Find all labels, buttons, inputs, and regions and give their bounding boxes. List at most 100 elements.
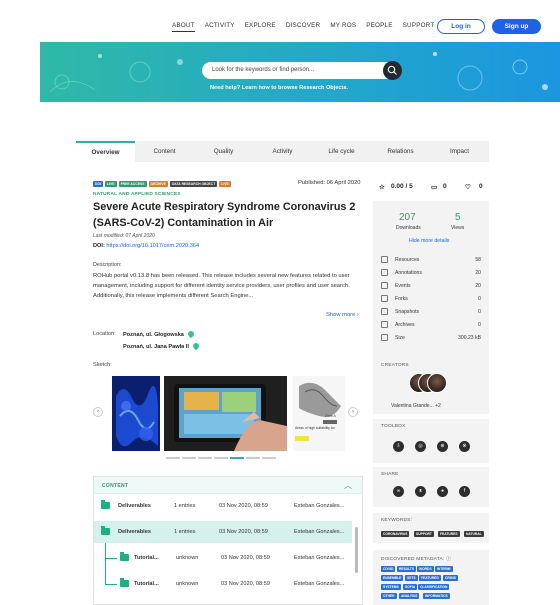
keyword-chip[interactable]: FEATURES bbox=[438, 531, 460, 537]
creator-names[interactable]: Valentina Grande... +2 bbox=[391, 403, 441, 409]
nav-link-about[interactable]: ABOUT bbox=[172, 22, 195, 32]
content-row[interactable]: Deliverables 1 entries 03 Nov 2020, 08:5… bbox=[94, 495, 352, 517]
map-pin-icon[interactable] bbox=[191, 341, 201, 351]
doi-link[interactable]: https://doi.org/10.1017/cem.2020.364 bbox=[106, 243, 199, 249]
snapshots-icon bbox=[381, 308, 388, 315]
row-count: unknown bbox=[176, 581, 199, 587]
map-pin-icon[interactable] bbox=[186, 329, 196, 339]
embed-icon[interactable]: ⊕ bbox=[437, 441, 448, 452]
comment-icon[interactable]: ▭ bbox=[431, 183, 437, 191]
size-icon bbox=[381, 334, 388, 341]
events-icon bbox=[381, 282, 388, 289]
content-header[interactable]: CONTENT ︿ bbox=[94, 477, 362, 494]
doi-label: DOI: bbox=[93, 243, 105, 249]
content-scrollbar[interactable] bbox=[355, 527, 358, 573]
carousel-dot[interactable] bbox=[182, 457, 196, 459]
metadata-chip[interactable]: FEATURED bbox=[419, 575, 441, 581]
twitter-icon[interactable]: ● bbox=[437, 486, 448, 497]
nav-link-discover[interactable]: DISCOVER bbox=[286, 22, 321, 32]
metric-label: Resources bbox=[395, 257, 420, 263]
people-icon[interactable]: ᴥ bbox=[415, 486, 426, 497]
location-2-text: Poznań, ul. Jana Pawła II bbox=[123, 344, 189, 350]
content-row-selected[interactable]: Deliverables 1 entries 03 Nov 2020, 08:5… bbox=[94, 521, 352, 543]
avatar[interactable] bbox=[427, 373, 447, 393]
top-navigation: ABOUT ACTIVITY EXPLORE DISCOVER MY ROS P… bbox=[0, 0, 560, 44]
metric-value: 0 bbox=[478, 309, 481, 315]
metadata-chip[interactable]: WORDS bbox=[417, 566, 434, 572]
search-placeholder: Look for the keywords or find person... bbox=[212, 67, 315, 73]
carousel-dot[interactable] bbox=[262, 457, 276, 459]
keywords-header: KEYWORDS: bbox=[381, 518, 413, 523]
sketch-caption: Areas of high suitability for bbox=[295, 426, 335, 430]
rss-icon[interactable]: ◎ bbox=[415, 441, 426, 452]
sketch-image-1[interactable] bbox=[112, 376, 160, 451]
link-icon[interactable]: ∞ bbox=[393, 486, 404, 497]
keyword-chip[interactable]: NATURAL bbox=[464, 531, 484, 537]
metadata-chip[interactable]: ENSEMBLE bbox=[381, 575, 404, 581]
metadata-chip[interactable]: CLASSIFICATION bbox=[418, 584, 450, 590]
tab-overview[interactable]: Overview bbox=[76, 141, 135, 162]
star-icon[interactable]: ☆ bbox=[379, 183, 385, 191]
metadata-chip[interactable]: INFORMATICS bbox=[423, 593, 450, 599]
sketch-image-3[interactable]: Areas of high suitability for Zone A bbox=[293, 376, 345, 451]
views-label: Views bbox=[451, 225, 465, 231]
keywords-panel: KEYWORDS: CORONAVIRUS SUPPORT FEATURES N… bbox=[373, 513, 489, 543]
last-modified: Last modified: 07 April 2020 bbox=[93, 233, 155, 239]
carousel-dot[interactable] bbox=[198, 457, 212, 459]
nav-link-my-ros[interactable]: MY ROS bbox=[330, 22, 356, 32]
nav-link-activity[interactable]: ACTIVITY bbox=[205, 22, 235, 32]
sketch-image-2[interactable] bbox=[164, 376, 287, 451]
location-1-text: Poznań, ul. Głogowska bbox=[123, 332, 184, 338]
signup-button[interactable]: Sign up bbox=[492, 19, 541, 34]
hide-details-link[interactable]: Hide more details bbox=[409, 238, 449, 244]
carousel-dot-active[interactable] bbox=[230, 457, 244, 459]
row-name: Tutorial... bbox=[134, 555, 159, 561]
tab-quality[interactable]: Quality bbox=[194, 141, 253, 162]
carousel-prev-icon[interactable]: ‹ bbox=[93, 407, 103, 417]
content-row[interactable]: Tutorial... unknown 03 Nov 2020, 08:59 E… bbox=[94, 547, 352, 569]
row-date: 03 Nov 2020, 08:59 bbox=[221, 581, 270, 587]
tab-impact[interactable]: Impact bbox=[430, 141, 489, 162]
metadata-chip[interactable]: CRISIS bbox=[443, 575, 458, 581]
search-help-link[interactable]: Need help? Learn how to browse Research … bbox=[210, 85, 348, 91]
tab-content[interactable]: Content bbox=[135, 141, 194, 162]
nav-link-people[interactable]: PEOPLE bbox=[366, 22, 392, 32]
metadata-chip[interactable]: INTERIM bbox=[435, 566, 453, 572]
metadata-chip[interactable]: OTHER bbox=[381, 593, 397, 599]
metadata-chip[interactable]: RESULTS bbox=[397, 566, 417, 572]
search-input[interactable]: Look for the keywords or find person... bbox=[202, 61, 402, 80]
show-more-link[interactable]: Show more › bbox=[326, 312, 359, 318]
content-row[interactable]: Tutorial... unknown 03 Nov 2020, 08:59 E… bbox=[94, 573, 352, 595]
nav-link-support[interactable]: SUPPORT bbox=[403, 22, 435, 32]
keyword-chip[interactable]: SUPPORT bbox=[414, 531, 434, 537]
carousel-dot[interactable] bbox=[166, 457, 180, 459]
nav-link-explore[interactable]: EXPLORE bbox=[245, 22, 276, 32]
export-icon[interactable]: ⊗ bbox=[459, 441, 470, 452]
heart-icon[interactable]: ♡ bbox=[465, 183, 471, 191]
search-icon[interactable] bbox=[383, 61, 402, 80]
views-count: 5 bbox=[455, 212, 461, 223]
badge-free-access: FREE ACCESS bbox=[118, 181, 147, 187]
toolbox-panel: TOOLBOX ⇩ ◎ ⊕ ⊗ bbox=[373, 419, 489, 463]
row-author: Esteban Gonzales... bbox=[294, 529, 345, 535]
facebook-icon[interactable]: f bbox=[459, 486, 470, 497]
chevron-up-icon[interactable]: ︿ bbox=[344, 480, 352, 491]
tab-relations[interactable]: Relations bbox=[371, 141, 430, 162]
tab-activity[interactable]: Activity bbox=[253, 141, 312, 162]
carousel-dot[interactable] bbox=[214, 457, 228, 459]
carousel-next-icon[interactable]: › bbox=[348, 407, 358, 417]
keyword-chip[interactable]: CORONAVIRUS bbox=[381, 531, 410, 537]
row-name: Deliverables bbox=[118, 503, 151, 509]
login-button[interactable]: Log in bbox=[437, 19, 485, 34]
share-panel: SHARE ∞ ᴥ ● f bbox=[373, 467, 489, 507]
metadata-chip[interactable]: SYSTEMS bbox=[381, 584, 401, 590]
metadata-chip[interactable]: ANALYSIS bbox=[399, 593, 420, 599]
metadata-chip[interactable]: SOFIA bbox=[403, 584, 418, 590]
carousel-dot[interactable] bbox=[246, 457, 260, 459]
metric-resources: Resources 58 bbox=[381, 256, 481, 267]
published-date: Published: 06 April 2020 bbox=[298, 180, 361, 186]
tab-life-cycle[interactable]: Life cycle bbox=[312, 141, 371, 162]
metadata-chip[interactable]: COVID bbox=[381, 566, 396, 572]
metadata-chip[interactable]: SETS bbox=[405, 575, 418, 581]
download-icon[interactable]: ⇩ bbox=[393, 441, 404, 452]
